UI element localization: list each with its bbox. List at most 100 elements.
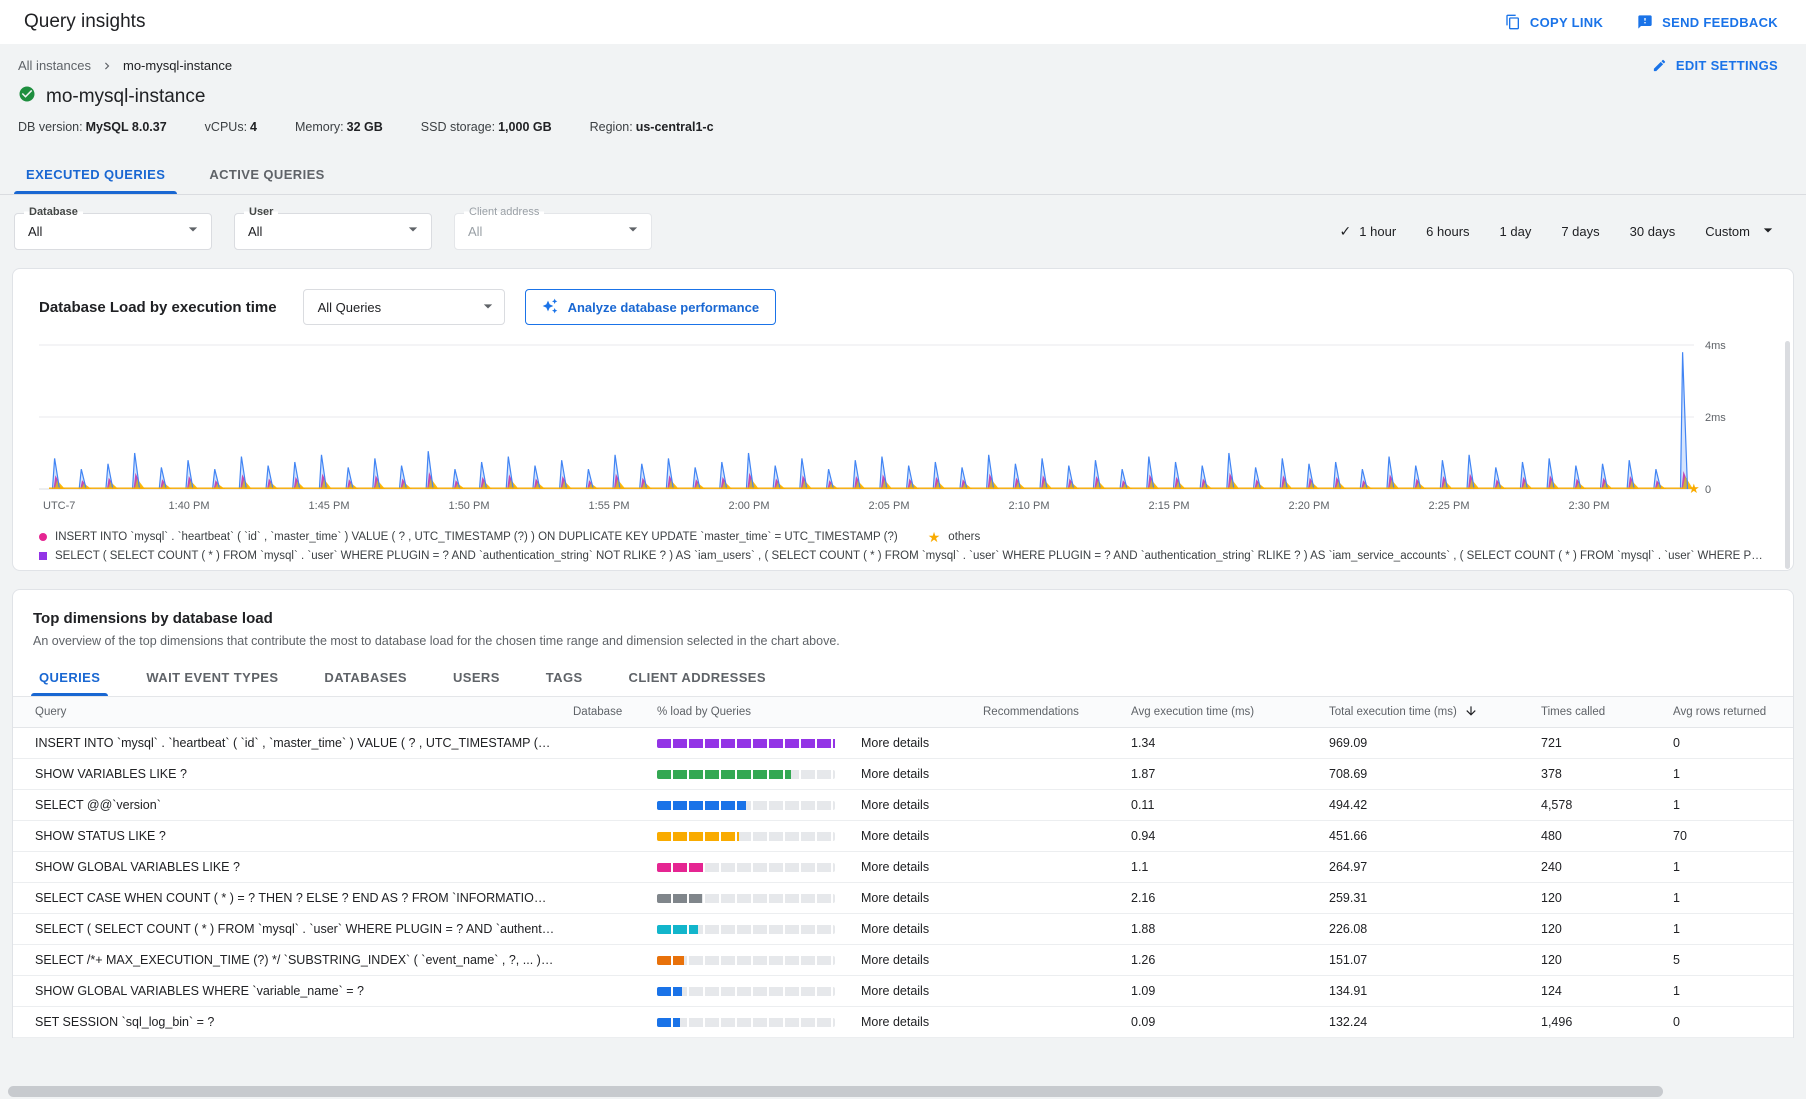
- col-load: % load by Queries: [657, 706, 861, 718]
- dim-tab-client-addresses[interactable]: CLIENT ADDRESSES: [611, 658, 784, 696]
- more-details-link[interactable]: More details: [861, 922, 983, 936]
- time-range-6-hours[interactable]: 6 hours: [1426, 224, 1469, 239]
- svg-text:1:45 PM: 1:45 PM: [309, 500, 350, 512]
- load-bar-fill: [657, 1018, 680, 1027]
- load-chart[interactable]: ★4ms2ms0UTC-71:40 PM1:45 PM1:50 PM1:55 P…: [39, 337, 1767, 524]
- star-icon: ★: [928, 532, 941, 542]
- table-row[interactable]: INSERT INTO `mysql` . `heartbeat` ( `id`…: [13, 728, 1793, 759]
- time-range-label: 1 hour: [1359, 224, 1396, 239]
- table-row[interactable]: SELECT @@`version`More details0.11494.42…: [13, 790, 1793, 821]
- load-bar-fill: [657, 770, 791, 779]
- database-select[interactable]: DatabaseAll: [14, 213, 212, 250]
- col-avg-rows: Avg rows returned: [1673, 706, 1793, 718]
- svg-text:1:40 PM: 1:40 PM: [169, 500, 210, 512]
- main-tabs: EXECUTED QUERIESACTIVE QUERIES: [0, 154, 1806, 195]
- col-database: Database: [573, 706, 657, 718]
- query-cell: SELECT @@`version`: [13, 798, 573, 812]
- dimensions-subtitle: An overview of the top dimensions that c…: [13, 627, 1793, 648]
- analyze-performance-button[interactable]: Analyze database performance: [525, 289, 776, 325]
- query-cell: SHOW VARIABLES LIKE ?: [13, 767, 573, 781]
- more-details-link[interactable]: More details: [861, 891, 983, 905]
- more-details-link[interactable]: More details: [861, 860, 983, 874]
- user-select[interactable]: UserAll: [234, 213, 432, 250]
- instance-meta-item: SSD storage:1,000 GB: [421, 120, 552, 134]
- avg-exec-cell: 2.16: [1131, 891, 1329, 905]
- edit-settings-label: EDIT SETTINGS: [1676, 58, 1778, 73]
- select-label: Database: [24, 206, 83, 218]
- table-row[interactable]: SELECT CASE WHEN COUNT ( * ) = ? THEN ? …: [13, 883, 1793, 914]
- times-called-cell: 120: [1541, 891, 1673, 905]
- load-cell: [657, 956, 861, 965]
- meta-value: 1,000 GB: [498, 120, 552, 134]
- send-feedback-button[interactable]: SEND FEEDBACK: [1637, 14, 1778, 30]
- table-row[interactable]: SHOW GLOBAL VARIABLES LIKE ?More details…: [13, 852, 1793, 883]
- breadcrumb: All instances mo-mysql-instance: [18, 58, 232, 73]
- more-details-link[interactable]: More details: [861, 829, 983, 843]
- chevron-down-icon: [1758, 220, 1778, 243]
- chart-title: Database Load by execution time: [39, 299, 277, 316]
- horizontal-scrollbar-thumb[interactable]: [8, 1086, 1663, 1097]
- dim-tab-wait-event-types[interactable]: WAIT EVENT TYPES: [128, 658, 296, 696]
- meta-value: us-central1-c: [636, 120, 714, 134]
- legend-label: INSERT INTO `mysql` . `heartbeat` ( `id`…: [55, 531, 898, 543]
- edit-settings-button[interactable]: EDIT SETTINGS: [1652, 58, 1778, 73]
- load-bar-track: [657, 894, 835, 903]
- col-total-exec[interactable]: Total execution time (ms): [1329, 704, 1541, 721]
- time-range-custom[interactable]: Custom: [1705, 220, 1778, 243]
- copy-link-button[interactable]: COPY LINK: [1505, 14, 1603, 30]
- dim-tab-databases[interactable]: DATABASES: [306, 658, 425, 696]
- meta-label: Memory:: [295, 120, 344, 134]
- times-called-cell: 480: [1541, 829, 1673, 843]
- more-details-link[interactable]: More details: [861, 1015, 983, 1029]
- table-row[interactable]: SHOW GLOBAL VARIABLES WHERE `variable_na…: [13, 976, 1793, 1007]
- more-details-link[interactable]: More details: [861, 984, 983, 998]
- time-range-30-days[interactable]: 30 days: [1630, 224, 1676, 239]
- dim-tab-users[interactable]: USERS: [435, 658, 518, 696]
- more-details-link[interactable]: More details: [861, 798, 983, 812]
- col-query: Query: [13, 706, 573, 718]
- legend-item[interactable]: ★ others: [928, 531, 981, 543]
- table-row[interactable]: SET SESSION `sql_log_bin` = ?More detail…: [13, 1007, 1793, 1038]
- breadcrumb-all-instances[interactable]: All instances: [18, 58, 91, 73]
- chevron-down-icon: [403, 219, 423, 244]
- more-details-link[interactable]: More details: [861, 767, 983, 781]
- total-exec-cell: 451.66: [1329, 829, 1541, 843]
- chevron-down-icon: [623, 219, 643, 244]
- time-range-1-day[interactable]: 1 day: [1500, 224, 1532, 239]
- tab-active-queries[interactable]: ACTIVE QUERIES: [187, 154, 346, 194]
- load-bar-track: [657, 832, 835, 841]
- legend-item[interactable]: INSERT INTO `mysql` . `heartbeat` ( `id`…: [39, 531, 898, 543]
- more-details-link[interactable]: More details: [861, 736, 983, 750]
- client-address-select[interactable]: Client addressAll: [454, 213, 652, 250]
- total-exec-cell: 969.09: [1329, 736, 1541, 750]
- svg-text:2:10 PM: 2:10 PM: [1009, 500, 1050, 512]
- table-row[interactable]: SHOW VARIABLES LIKE ?More details1.87708…: [13, 759, 1793, 790]
- table-row[interactable]: SELECT /*+ MAX_EXECUTION_TIME (?) */ `SU…: [13, 945, 1793, 976]
- avg-rows-cell: 1: [1673, 767, 1793, 781]
- tab-executed-queries[interactable]: EXECUTED QUERIES: [4, 154, 187, 194]
- load-bar-track: [657, 739, 835, 748]
- table-row[interactable]: SHOW STATUS LIKE ?More details0.94451.66…: [13, 821, 1793, 852]
- feedback-icon: [1637, 14, 1653, 30]
- time-range-7-days[interactable]: 7 days: [1561, 224, 1599, 239]
- dim-tab-tags[interactable]: TAGS: [528, 658, 601, 696]
- load-bar-track: [657, 925, 835, 934]
- load-bar-fill: [657, 925, 698, 934]
- col-times-called: Times called: [1541, 706, 1673, 718]
- dim-tab-queries[interactable]: QUERIES: [21, 658, 118, 696]
- legend-row: SELECT ( SELECT COUNT ( * ) FROM `mysql`…: [39, 550, 1767, 562]
- meta-value: MySQL 8.0.37: [86, 120, 167, 134]
- chart-vertical-scrollbar[interactable]: [1785, 341, 1790, 569]
- total-exec-cell: 708.69: [1329, 767, 1541, 781]
- legend-label: others: [948, 531, 980, 543]
- send-feedback-label: SEND FEEDBACK: [1662, 15, 1778, 30]
- more-details-link[interactable]: More details: [861, 953, 983, 967]
- chevron-down-icon: [478, 296, 498, 319]
- legend-square-marker: [39, 552, 47, 560]
- legend-item[interactable]: SELECT ( SELECT COUNT ( * ) FROM `mysql`…: [39, 550, 1767, 562]
- time-range-1-hour[interactable]: ✓1 hour: [1340, 223, 1397, 240]
- query-filter-select[interactable]: All Queries: [303, 289, 505, 325]
- avg-exec-cell: 0.09: [1131, 1015, 1329, 1029]
- total-exec-cell: 226.08: [1329, 922, 1541, 936]
- table-row[interactable]: SELECT ( SELECT COUNT ( * ) FROM `mysql`…: [13, 914, 1793, 945]
